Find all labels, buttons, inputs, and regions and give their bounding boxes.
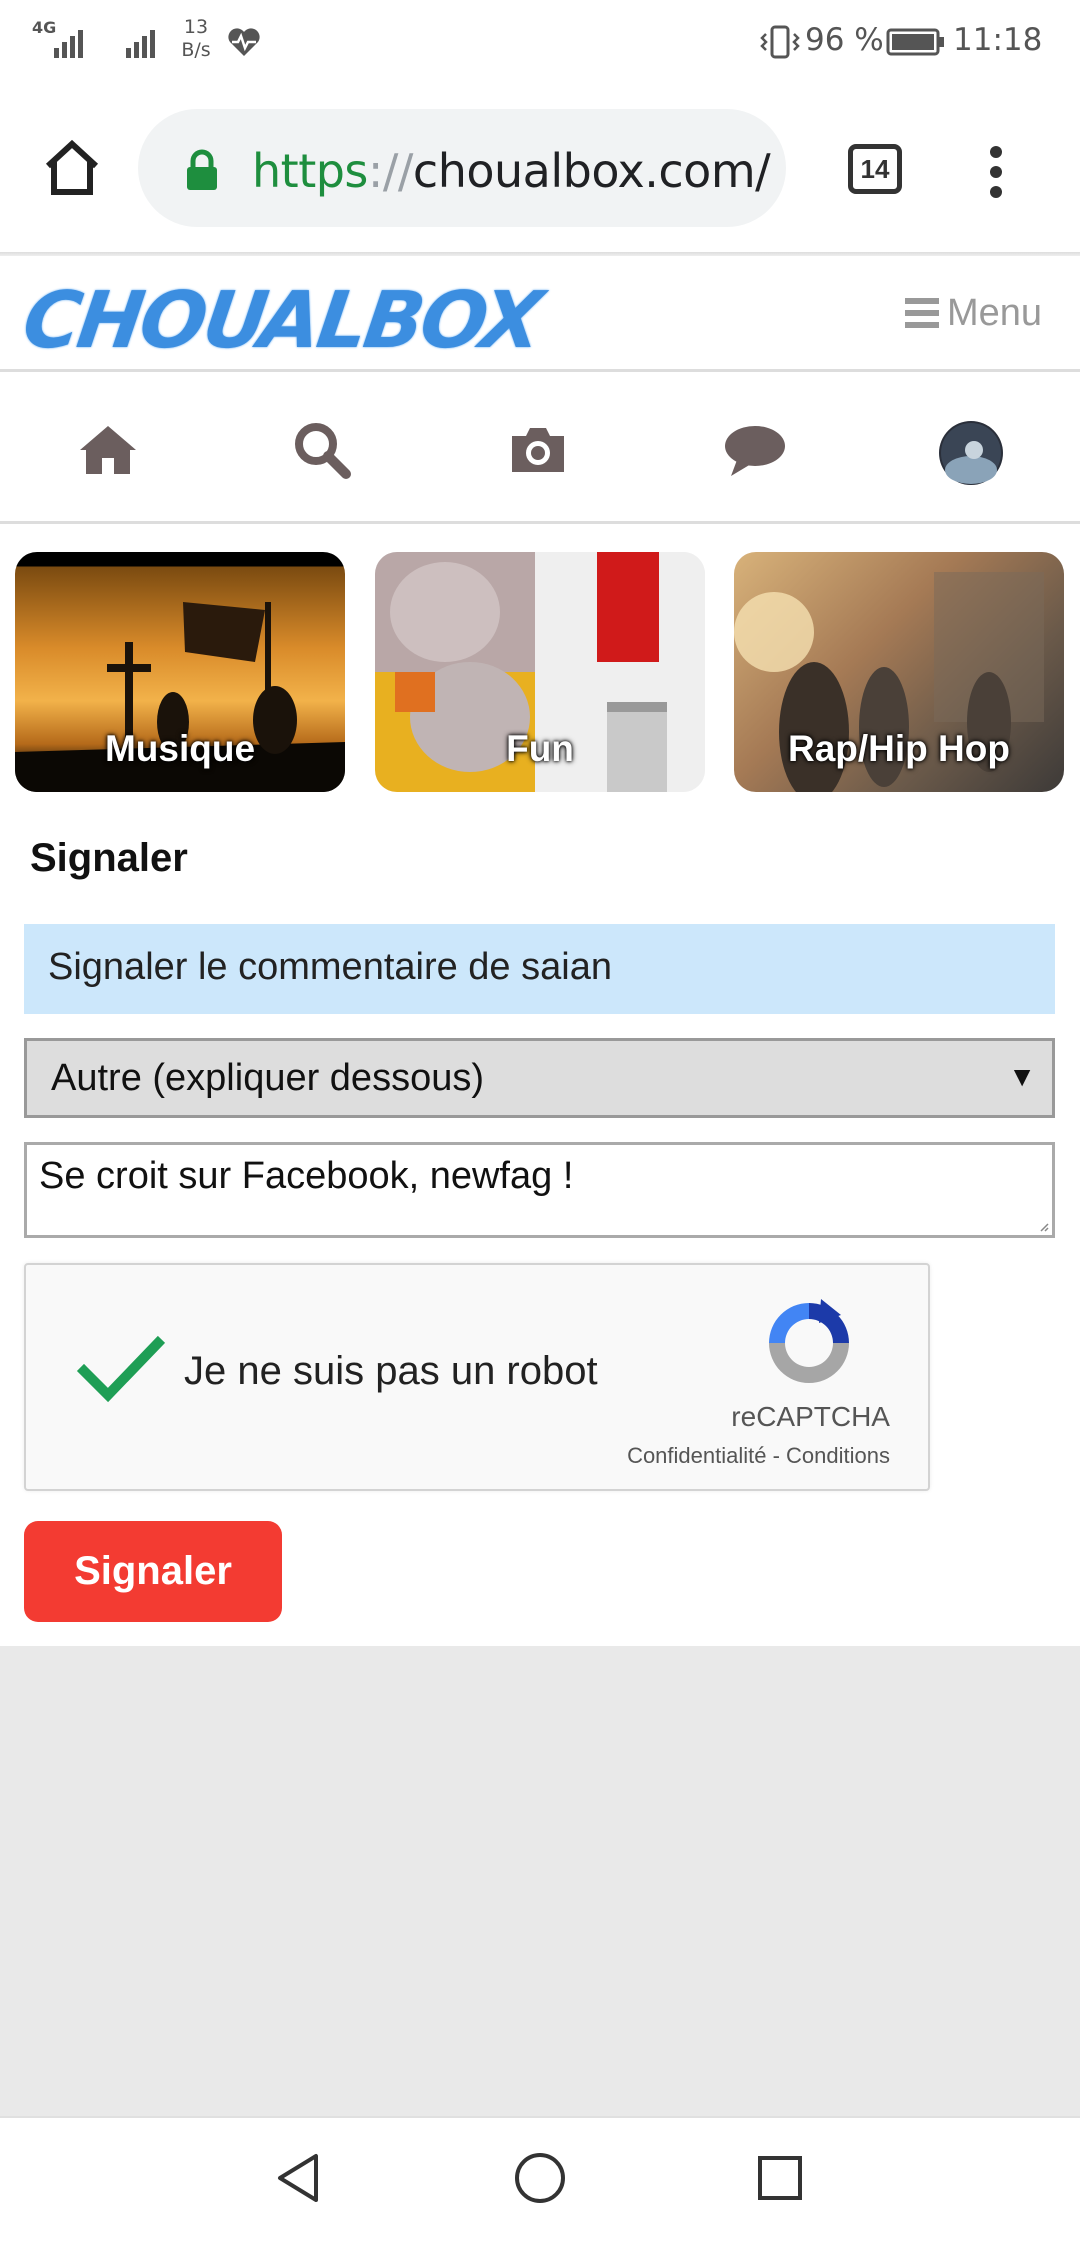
captcha-label: Je ne suis pas un robot bbox=[184, 1349, 598, 1393]
dropdown-arrow-icon: ▼ bbox=[1008, 1061, 1036, 1092]
tab-switcher-button[interactable]: 14 bbox=[848, 144, 902, 194]
comment-value: Se croit sur Facebook, newfag ! bbox=[39, 1155, 574, 1197]
signal-4g-icon: 4G bbox=[32, 16, 102, 62]
site-nav bbox=[0, 374, 1080, 524]
browser-toolbar: https://choualbox.com/ 14 bbox=[0, 84, 1080, 254]
back-icon[interactable] bbox=[272, 2150, 328, 2206]
page-footer-area bbox=[0, 1646, 1080, 2116]
status-bar: 4G 13 B/s 96 % 11:18 bbox=[0, 0, 1080, 84]
submit-button[interactable]: Signaler bbox=[24, 1521, 282, 1622]
comment-textarea[interactable]: Se croit sur Facebook, newfag ! bbox=[24, 1142, 1055, 1238]
category-label: Rap/Hip Hop bbox=[788, 728, 1010, 769]
captcha-brand: reCAPTCHA bbox=[731, 1401, 890, 1432]
recaptcha-widget: Je ne suis pas un robot reCAPTCHA Confid… bbox=[24, 1263, 930, 1491]
reason-select[interactable]: Autre (expliquer dessous) ▼ bbox=[24, 1038, 1055, 1118]
site-header: CHOUALBOX Menu bbox=[0, 256, 1080, 372]
home-icon[interactable] bbox=[76, 418, 140, 482]
category-label: Fun bbox=[506, 728, 574, 769]
speed-unit: B/s bbox=[181, 39, 211, 61]
camera-icon[interactable] bbox=[506, 418, 570, 482]
recents-icon[interactable] bbox=[752, 2150, 808, 2206]
recaptcha-logo-icon bbox=[761, 1295, 857, 1391]
site-logo[interactable]: CHOUALBOX bbox=[18, 276, 546, 366]
menu-button[interactable]: Menu bbox=[904, 292, 1042, 335]
info-banner: Signaler le commentaire de saian bbox=[24, 924, 1055, 1014]
system-nav-bar bbox=[0, 2116, 1080, 2244]
more-vert-icon[interactable] bbox=[986, 144, 1006, 200]
speed-value: 13 bbox=[183, 16, 209, 38]
reason-value: Autre (expliquer dessous) bbox=[51, 1057, 484, 1099]
signal-icon bbox=[124, 16, 164, 62]
category-card-fun[interactable]: Fun bbox=[375, 552, 705, 792]
avatar[interactable] bbox=[938, 420, 1004, 486]
battery-percent: 96 % bbox=[805, 22, 884, 58]
home-icon[interactable] bbox=[40, 136, 104, 200]
chat-icon[interactable] bbox=[723, 418, 787, 482]
home-circle-icon[interactable] bbox=[512, 2150, 568, 2206]
hamburger-icon bbox=[904, 298, 939, 328]
page-title: Signaler bbox=[30, 836, 188, 880]
info-text: Signaler le commentaire de saian bbox=[48, 946, 612, 988]
vibrate-icon bbox=[758, 24, 802, 60]
search-icon[interactable] bbox=[290, 418, 354, 482]
captcha-links[interactable]: Confidentialité - Conditions bbox=[627, 1443, 890, 1469]
resize-handle-icon[interactable] bbox=[1039, 1222, 1049, 1232]
lock-icon[interactable] bbox=[184, 148, 220, 192]
health-heart-icon bbox=[226, 26, 262, 58]
url-text[interactable]: https://choualbox.com/ bbox=[252, 144, 771, 198]
clock: 11:18 bbox=[953, 22, 1043, 58]
category-card-musique[interactable]: Musique bbox=[15, 552, 345, 792]
category-label: Musique bbox=[104, 728, 256, 769]
battery-icon bbox=[886, 28, 946, 56]
menu-label: Menu bbox=[946, 292, 1042, 334]
category-card-rap-hip-hop[interactable]: Rap/Hip Hop bbox=[734, 552, 1064, 792]
network-speed: 13 B/s bbox=[176, 16, 216, 68]
checkmark-icon[interactable] bbox=[76, 1335, 166, 1405]
